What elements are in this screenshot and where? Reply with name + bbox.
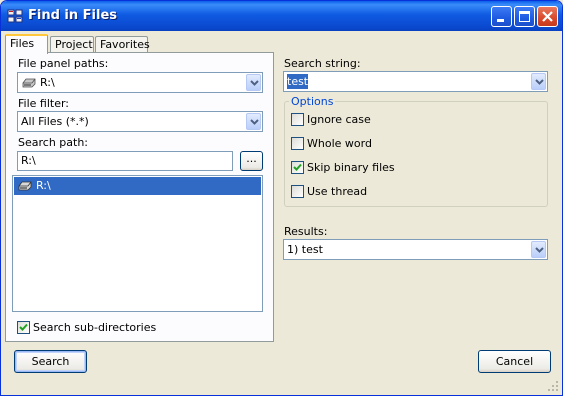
search-path-value: R:\	[21, 154, 36, 167]
list-item-label: R:\	[36, 179, 51, 192]
file-panel-paths-dropdown-button[interactable]	[246, 74, 261, 91]
search-subdirs-checkbox[interactable]	[17, 321, 30, 334]
minimize-button[interactable]	[491, 6, 512, 27]
results-value: 1) test	[287, 243, 323, 256]
drive-icon	[18, 181, 32, 191]
ignore-case-checkbox[interactable]	[291, 113, 304, 126]
resize-grip-icon[interactable]	[547, 380, 559, 392]
checkmark-icon	[19, 323, 28, 331]
title-bar[interactable]: Find in Files	[1, 1, 562, 31]
cancel-button-label: Cancel	[495, 355, 534, 368]
tab-files-label: Files	[10, 37, 35, 50]
maximize-icon	[519, 11, 530, 22]
skip-binary-checkbox[interactable]	[291, 161, 304, 174]
file-panel-paths-label: File panel paths:	[18, 57, 109, 70]
minimize-icon	[497, 19, 504, 22]
checkmark-icon	[293, 163, 302, 171]
browse-button-label: ...	[246, 152, 257, 165]
skip-binary-label: Skip binary files	[307, 161, 395, 174]
results-dropdown-button[interactable]	[531, 241, 546, 258]
tab-favorites-label: Favorites	[100, 38, 150, 51]
search-string-combo[interactable]: test	[283, 71, 548, 92]
file-filter-combo[interactable]: All Files (*.*)	[17, 111, 263, 132]
ignore-case-label: Ignore case	[307, 113, 371, 126]
search-string-dropdown-button[interactable]	[531, 73, 546, 90]
use-thread-checkbox[interactable]	[291, 185, 304, 198]
maximize-button[interactable]	[514, 6, 535, 27]
whole-word-label: Whole word	[307, 137, 372, 150]
tab-project-label: Project	[55, 38, 93, 51]
chevron-down-icon	[250, 80, 259, 86]
file-panel-paths-value: R:\	[40, 76, 55, 89]
search-button-label: Search	[31, 355, 70, 368]
search-subdirs-label: Search sub-directories	[33, 321, 157, 334]
window-title: Find in Files	[28, 8, 118, 23]
results-combo[interactable]: 1) test	[283, 239, 548, 260]
use-thread-label: Use thread	[307, 185, 368, 198]
tab-favorites[interactable]: Favorites	[95, 36, 150, 52]
search-string-label: Search string:	[284, 57, 361, 70]
file-panel-paths-combo[interactable]: R:\	[17, 72, 263, 93]
close-button[interactable]	[537, 6, 558, 27]
tab-project[interactable]: Project	[50, 36, 94, 52]
whole-word-checkbox[interactable]	[291, 137, 304, 150]
tab-files[interactable]: Files	[5, 34, 48, 54]
close-icon	[542, 11, 553, 22]
search-string-value: test	[287, 74, 309, 89]
chevron-down-icon	[535, 247, 544, 253]
browse-button[interactable]: ...	[240, 151, 263, 171]
file-filter-label: File filter:	[18, 97, 70, 110]
search-path-input[interactable]: R:\	[17, 151, 233, 171]
search-button[interactable]: Search	[14, 350, 87, 373]
chevron-down-icon	[250, 119, 259, 125]
drive-icon	[22, 78, 36, 88]
list-item[interactable]: R:\	[14, 177, 261, 195]
file-filter-value: All Files (*.*)	[21, 115, 89, 128]
file-filter-dropdown-button[interactable]	[246, 113, 261, 130]
search-path-label: Search path:	[18, 136, 89, 149]
chevron-down-icon	[535, 79, 544, 85]
results-label: Results:	[284, 225, 328, 238]
cancel-button[interactable]: Cancel	[478, 350, 551, 373]
search-path-list[interactable]: R:\	[12, 175, 263, 312]
find-in-files-window: Find in Files Files Project Favorites Fi…	[0, 0, 563, 396]
app-icon	[7, 9, 23, 23]
options-group-title: Options	[289, 95, 336, 108]
